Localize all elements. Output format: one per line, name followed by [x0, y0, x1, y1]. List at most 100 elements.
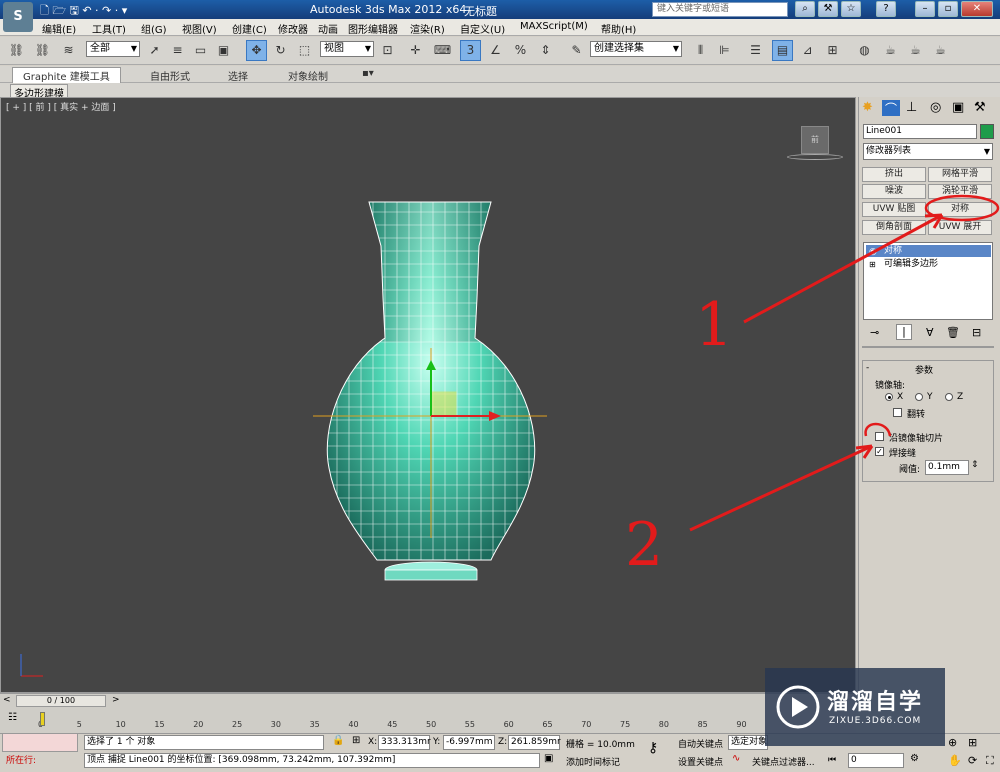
- set-key-icon[interactable]: ⚷: [648, 740, 658, 756]
- material-editor-icon[interactable]: ◍: [854, 40, 875, 61]
- star-icon[interactable]: ☆: [841, 1, 861, 17]
- display-tab-icon[interactable]: ▣: [952, 100, 964, 115]
- app-logo-icon[interactable]: S: [3, 2, 33, 32]
- snaps-toggle-icon[interactable]: 3: [460, 40, 481, 61]
- percent-snap-icon[interactable]: %: [510, 40, 531, 61]
- flip-checkbox[interactable]: [893, 408, 902, 417]
- object-name-input[interactable]: Line001: [863, 124, 977, 139]
- edit-named-selection-icon[interactable]: ✎: [566, 40, 587, 61]
- select-object-icon[interactable]: ➚: [144, 40, 165, 61]
- link-icon[interactable]: ⛓: [6, 40, 27, 61]
- align-icon[interactable]: ⊫: [714, 40, 735, 61]
- go-to-start-icon[interactable]: ⏮: [828, 755, 836, 765]
- mirror-icon[interactable]: ⫴: [690, 40, 711, 61]
- maximize-button[interactable]: ▫: [938, 1, 958, 17]
- lock-icon[interactable]: 🔒: [332, 735, 344, 746]
- utilities-tab-icon[interactable]: ⚒: [974, 100, 986, 115]
- maxscript-prompt[interactable]: 所在行:: [6, 753, 36, 766]
- prev-frame-icon[interactable]: <: [3, 695, 11, 705]
- quick-access-icons[interactable]: 🗋 🗁 🖫 ↶ · ↷ · ▾: [40, 2, 127, 21]
- vase-model[interactable]: [1, 98, 855, 692]
- orbit-icon[interactable]: ⟳: [968, 754, 977, 767]
- menu-view[interactable]: 视图(V): [182, 21, 217, 36]
- curve-editor-icon[interactable]: ⊿: [797, 40, 818, 61]
- stack-item-symmetry[interactable]: ◉ 对称: [866, 245, 991, 257]
- ribbon-options-icon[interactable]: ▪▾: [362, 68, 374, 79]
- z-coordinate-input[interactable]: 261.859mr: [508, 735, 561, 750]
- threshold-input[interactable]: 0.1mm: [925, 460, 969, 475]
- time-tag-icon[interactable]: ▣: [544, 753, 553, 764]
- slice-along-mirror-checkbox[interactable]: [875, 432, 884, 441]
- zoom-icon[interactable]: ⊕: [948, 736, 957, 749]
- tab-graphite-modeling[interactable]: Graphite 建模工具: [12, 67, 121, 83]
- layer-manager-icon[interactable]: ☰: [745, 40, 766, 61]
- object-color-swatch[interactable]: [980, 124, 994, 139]
- axis-z-radio[interactable]: [945, 393, 953, 401]
- named-selection-dropdown[interactable]: 创建选择集: [590, 41, 682, 57]
- pin-stack-icon[interactable]: ⊸: [870, 326, 879, 339]
- unlink-icon[interactable]: ⛓: [32, 40, 53, 61]
- help-icon[interactable]: ?: [876, 1, 896, 17]
- remove-modifier-icon[interactable]: 🗑: [946, 326, 960, 339]
- graphite-toggle-icon[interactable]: ▤: [772, 40, 793, 61]
- menu-help[interactable]: 帮助(H): [601, 21, 636, 36]
- lightbulb-icon[interactable]: ◉: [869, 246, 877, 258]
- auto-key-button[interactable]: 自动关键点: [678, 737, 723, 750]
- menu-animation[interactable]: 动画: [318, 21, 338, 36]
- menu-edit[interactable]: 编辑(E): [42, 21, 76, 36]
- timeline-ruler[interactable]: 051015202530354045505560657075808590: [38, 709, 778, 731]
- menu-tools[interactable]: 工具(T): [92, 21, 126, 36]
- add-time-tag[interactable]: 添加时间标记: [566, 755, 620, 768]
- time-marker[interactable]: [40, 712, 45, 726]
- axis-y-radio[interactable]: [915, 393, 923, 401]
- minimize-button[interactable]: –: [915, 1, 935, 17]
- render-icon[interactable]: ☕: [930, 40, 951, 61]
- pivot-icon[interactable]: ⊡: [377, 40, 398, 61]
- menu-group[interactable]: 组(G): [141, 21, 167, 36]
- create-tab-icon[interactable]: ✸: [862, 100, 873, 115]
- wrench-icon[interactable]: ⚒: [818, 1, 838, 17]
- spinner-snap-icon[interactable]: ⇕: [535, 40, 556, 61]
- maximize-viewport-icon[interactable]: ⛶: [986, 754, 994, 768]
- configure-sets-icon[interactable]: ⊟: [972, 326, 981, 339]
- turbosmooth-button[interactable]: 涡轮平滑: [928, 184, 992, 199]
- keyboard-shortcut-icon[interactable]: ⌨: [432, 40, 453, 61]
- scale-icon[interactable]: ⬚: [294, 40, 315, 61]
- collapse-icon[interactable]: -: [866, 363, 869, 373]
- tab-freeform[interactable]: 自由形式: [150, 68, 190, 83]
- move-icon[interactable]: ✥: [246, 40, 267, 61]
- tab-selection[interactable]: 选择: [228, 68, 248, 83]
- schematic-view-icon[interactable]: ⊞: [822, 40, 843, 61]
- menu-rendering[interactable]: 渲染(R): [410, 21, 445, 36]
- maxscript-listener[interactable]: [2, 733, 78, 752]
- motion-tab-icon[interactable]: ◎: [930, 100, 941, 115]
- x-coordinate-input[interactable]: 333.313mr: [378, 735, 431, 750]
- close-button[interactable]: ✕: [961, 1, 993, 17]
- unwrap-uvw-button[interactable]: UVW 展开: [928, 220, 992, 235]
- time-config-icon[interactable]: ⚙: [910, 753, 919, 764]
- render-setup-icon[interactable]: ☕: [880, 40, 901, 61]
- ref-coord-dropdown[interactable]: 视图: [320, 41, 374, 57]
- symmetry-button[interactable]: 对称: [928, 202, 992, 217]
- menu-modifiers[interactable]: 修改器: [278, 21, 308, 36]
- set-key-button[interactable]: 设置关键点: [678, 755, 723, 768]
- modifier-list-dropdown[interactable]: 修改器列表: [863, 143, 993, 160]
- make-unique-icon[interactable]: ∀: [926, 326, 934, 339]
- manipulate-icon[interactable]: ✛: [405, 40, 426, 61]
- pan-icon[interactable]: ✋: [948, 754, 962, 767]
- select-by-name-icon[interactable]: ≡: [167, 40, 188, 61]
- zoom-all-icon[interactable]: ⊞: [968, 736, 977, 749]
- bevel-profile-button[interactable]: 倒角剖面: [862, 220, 926, 235]
- binoculars-icon[interactable]: ⌕: [795, 1, 815, 17]
- next-frame-icon[interactable]: >: [112, 695, 120, 705]
- selection-filter-dropdown[interactable]: 全部: [86, 41, 140, 57]
- menu-customize[interactable]: 自定义(U): [460, 21, 505, 36]
- weld-seam-checkbox[interactable]: ✓: [875, 447, 884, 456]
- rect-selection-icon[interactable]: ▭: [190, 40, 211, 61]
- noise-button[interactable]: 噪波: [862, 184, 926, 199]
- absolute-mode-icon[interactable]: ⊞: [352, 735, 360, 746]
- extrude-button[interactable]: 挤出: [862, 167, 926, 182]
- menu-graph-editors[interactable]: 图形编辑器: [348, 21, 398, 36]
- angle-snap-icon[interactable]: ∠: [485, 40, 506, 61]
- key-filters-button[interactable]: 关键点过滤器...: [752, 755, 815, 768]
